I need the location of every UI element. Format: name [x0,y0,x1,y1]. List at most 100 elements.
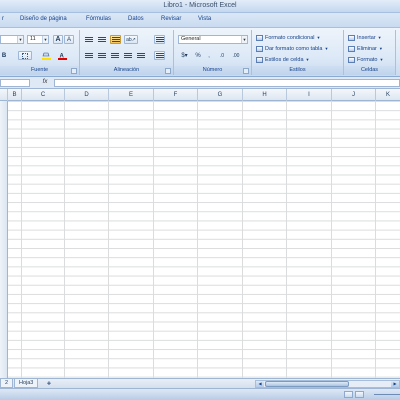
number-dialog-launcher[interactable] [243,68,249,74]
increase-indent-button[interactable] [136,51,146,60]
decrease-indent-icon [124,53,132,58]
scroll-right-icon[interactable]: ▶ [391,381,399,387]
grid-line [375,101,376,378]
merge-center-icon [155,53,164,58]
grow-font-button[interactable]: A [53,35,63,44]
ribbon: ▼ 11 ▼ A A B A Fuente ab↗ Alineación Gen… [0,27,400,77]
chevron-down-icon[interactable]: ▼ [17,36,23,43]
tab-review[interactable]: Revisar [161,16,181,22]
tab-view[interactable]: Vista [198,16,211,22]
shrink-font-button[interactable]: A [64,35,74,44]
currency-icon: $▾ [181,53,188,59]
zoom-slider[interactable] [374,394,400,395]
fill-color-button[interactable] [40,51,52,60]
column-header[interactable]: E [109,89,154,101]
tab-formulas[interactable]: Fórmulas [86,16,111,22]
styles-group-label: Estilos [252,66,343,75]
horizontal-scrollbar[interactable]: ◀ ▶ [255,380,400,388]
align-bottom-button[interactable] [110,35,121,44]
column-header[interactable]: I [287,89,332,101]
formula-input[interactable] [54,79,400,87]
column-header[interactable]: G [198,89,243,101]
delete-cells-button[interactable]: Eliminar ▼ [348,44,383,53]
tab-page-layout[interactable]: Diseño de página [20,16,67,22]
title-bar: Libro1 - Microsoft Excel [0,0,400,13]
grid-line [197,101,198,378]
decrease-decimal-button[interactable]: .00 [230,51,242,60]
fill-color-icon [41,52,51,60]
font-color-button[interactable]: A [56,51,68,60]
column-header[interactable]: F [154,89,198,101]
font-group-label: Fuente [0,66,79,75]
font-name-combo[interactable]: ▼ [0,35,24,44]
align-center-button[interactable] [97,51,107,60]
format-as-table-button[interactable]: Dar formato como tabla ▼ [256,44,328,53]
tab-data[interactable]: Datos [128,16,144,22]
number-format-value: General [181,36,201,42]
alignment-dialog-launcher[interactable] [165,68,171,74]
align-right-button[interactable] [110,51,120,60]
formula-bar: fx [0,77,400,89]
number-format-combo[interactable]: General ▼ [178,35,248,44]
column-header[interactable]: B [8,89,22,101]
bold-button[interactable]: B [0,51,8,60]
insert-cells-label: Insertar [357,34,376,41]
chevron-down-icon[interactable]: ▼ [42,36,48,43]
grid-line [286,101,287,378]
column-header[interactable]: J [332,89,376,101]
page-layout-view-button[interactable] [355,391,364,398]
chevron-down-icon: ▼ [377,35,382,40]
sheet-tab-hoja3[interactable]: Hoja3 [14,379,39,388]
column-header[interactable]: C [22,89,65,101]
grid-line [108,101,109,378]
tab-insert[interactable]: r [2,16,4,22]
cell-styles-button[interactable]: Estilos de celda ▼ [256,55,310,64]
align-top-button[interactable] [84,35,94,44]
decrease-indent-button[interactable] [123,51,133,60]
insert-cells-button[interactable]: Insertar ▼ [348,33,382,42]
number-group: General ▼ $▾ % ‚ .0 .00 Número [174,30,252,75]
scroll-left-icon[interactable]: ◀ [256,381,264,387]
column-header[interactable]: D [65,89,109,101]
column-headers: B C D E F G H I J K [0,89,400,101]
cell-grid[interactable] [8,101,400,378]
grid-line [21,101,22,378]
increase-decimal-button[interactable]: .0 [216,51,228,60]
percent-style-button[interactable]: % [193,51,203,60]
sheet-tab-hoja2[interactable]: 2 [0,379,14,388]
status-bar [0,388,400,400]
decrease-decimal-icon: .00 [232,52,240,59]
insert-function-button[interactable]: fx [40,78,50,87]
font-size-combo[interactable]: 11 ▼ [27,35,49,44]
grid-line [153,101,154,378]
font-dialog-launcher[interactable] [71,68,77,74]
format-as-table-label: Dar formato como tabla [265,45,323,52]
comma-style-button[interactable]: ‚ [204,51,214,60]
merge-center-button[interactable] [154,51,165,60]
align-left-button[interactable] [84,51,94,60]
accounting-format-button[interactable]: $▾ [178,51,191,60]
borders-button[interactable] [18,51,32,60]
font-size-value: 11 [30,36,36,42]
cell-styles-icon [256,56,263,63]
ribbon-tabs: r Diseño de página Fórmulas Datos Revisa… [0,13,400,27]
orientation-button[interactable]: ab↗ [124,35,138,44]
delete-cells-label: Eliminar [357,45,377,52]
shrink-font-icon: A [66,36,71,43]
insert-sheet-icon[interactable]: ✚ [44,380,54,388]
name-box[interactable] [0,79,30,87]
chevron-down-icon[interactable]: ▼ [241,36,247,43]
normal-view-button[interactable] [344,391,353,398]
format-cells-button[interactable]: Formato ▼ [348,55,383,64]
column-header[interactable]: H [243,89,287,101]
conditional-format-button[interactable]: Formato condicional ▼ [256,33,321,42]
conditional-format-icon [256,34,263,41]
scroll-thumb[interactable] [265,381,349,387]
select-all-corner[interactable] [0,89,8,101]
wrap-text-button[interactable] [154,35,165,44]
row-headers[interactable] [0,101,8,378]
chevron-down-icon: ▼ [324,46,329,51]
column-header[interactable]: K [376,89,400,101]
align-middle-button[interactable] [97,35,107,44]
borders-icon [22,52,28,59]
